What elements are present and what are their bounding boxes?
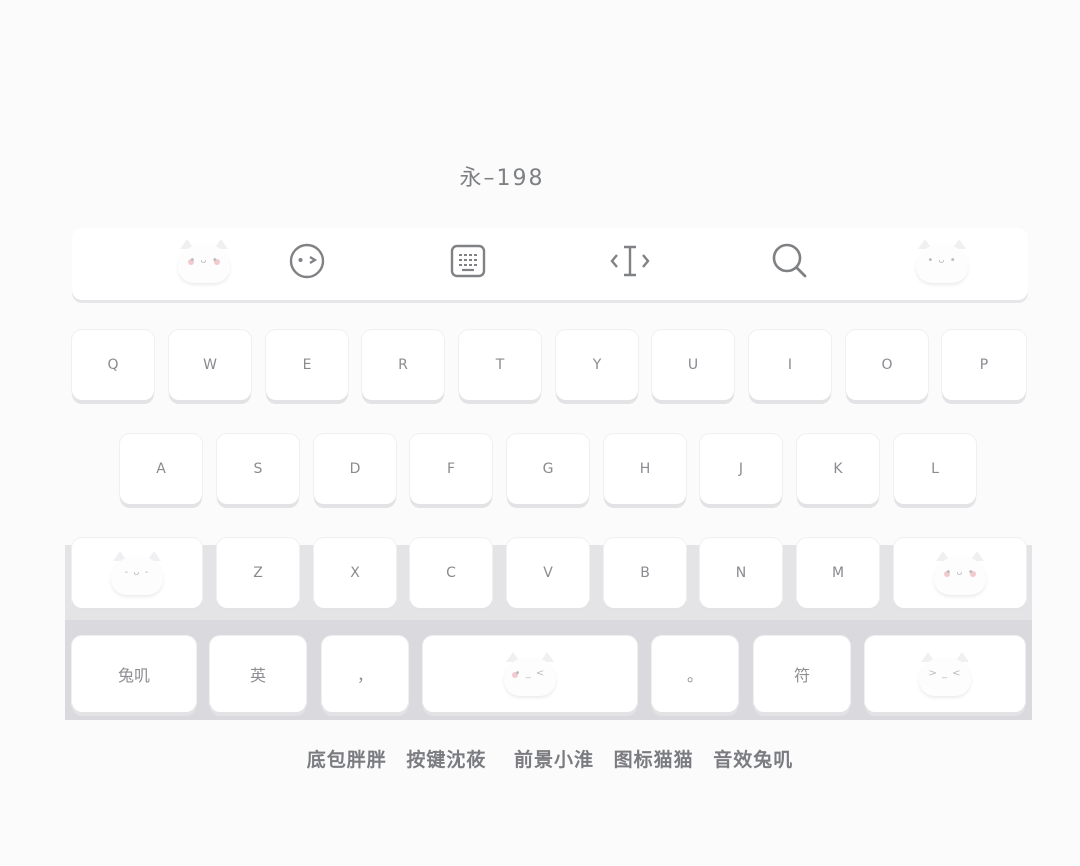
period-key-label: 。 <box>686 666 703 685</box>
cat-mascot-space-icon: • _ < <box>500 650 560 698</box>
key-h-label: H <box>639 461 651 477</box>
credit-icons: 图标猫猫 <box>613 749 694 771</box>
symbol-key[interactable]: 符 <box>754 636 850 712</box>
key-f[interactable]: F <box>410 434 492 504</box>
key-l-label: L <box>931 461 939 477</box>
key-o-label: O <box>881 357 893 373</box>
comma-key-label: ， <box>356 666 373 685</box>
key-p[interactable]: P <box>942 330 1026 400</box>
key-j-label: J <box>738 461 744 477</box>
key-m-label: M <box>831 565 845 581</box>
comma-key[interactable]: ， <box>322 636 408 712</box>
key-u-label: U <box>687 357 699 373</box>
keyboard-icon[interactable] <box>428 228 508 294</box>
key-q[interactable]: Q <box>72 330 154 400</box>
credit-sound: 音效兔叽 <box>713 749 794 771</box>
cat-mascot-backspace-icon: • ᴗ • <box>930 549 990 597</box>
key-h[interactable]: H <box>604 434 686 504</box>
key-w[interactable]: W <box>169 330 251 400</box>
key-r[interactable]: R <box>362 330 444 400</box>
cat-mascot-enter-icon: > _ < <box>915 650 975 698</box>
key-d[interactable]: D <box>314 434 396 504</box>
key-c-label: C <box>446 565 456 581</box>
cat-mascot-shift-icon: - ᴗ - <box>107 549 167 597</box>
cat-mascot-left-icon: • ᴗ • <box>164 228 244 294</box>
key-m[interactable]: M <box>797 538 879 608</box>
emoji-face-icon[interactable] <box>267 228 347 294</box>
text-cursor-icon[interactable] <box>590 228 670 294</box>
key-a[interactable]: A <box>120 434 202 504</box>
key-e-label: E <box>302 357 312 373</box>
key-x-label: X <box>350 565 360 581</box>
key-u[interactable]: U <box>652 330 734 400</box>
key-x[interactable]: X <box>314 538 396 608</box>
key-l[interactable]: L <box>894 434 976 504</box>
credit-foreground: 前景小淮 <box>513 749 594 771</box>
cat-mascot-right-icon: • ᴗ • <box>902 228 982 294</box>
key-g-label: G <box>542 461 554 477</box>
language-key[interactable]: 兔叽 <box>72 636 196 712</box>
language-key-label: 兔叽 <box>117 666 150 685</box>
key-t-label: T <box>495 357 505 373</box>
key-b-label: B <box>640 565 650 581</box>
symbol-key-label: 符 <box>793 666 810 685</box>
key-n[interactable]: N <box>700 538 782 608</box>
key-j[interactable]: J <box>700 434 782 504</box>
key-w-label: W <box>203 357 217 373</box>
english-switch-key[interactable]: 英 <box>210 636 306 712</box>
keyboard-toolbar: • ᴗ • • ᴗ • <box>72 228 1028 300</box>
english-switch-label: 英 <box>249 666 266 685</box>
credits-line: 底包胖胖 按键沈莜 前景小淮 图标猫猫 音效兔叽 <box>0 745 1080 772</box>
key-e[interactable]: E <box>266 330 348 400</box>
key-a-label: A <box>156 461 166 477</box>
credit-base: 底包胖胖 <box>306 749 387 771</box>
space-key[interactable]: • _ < <box>423 636 637 712</box>
key-o[interactable]: O <box>846 330 928 400</box>
credit-keys: 按键沈莜 <box>406 749 487 771</box>
key-c[interactable]: C <box>410 538 492 608</box>
key-i-label: I <box>787 357 793 373</box>
key-s[interactable]: S <box>217 434 299 504</box>
shift-key[interactable]: - ᴗ - <box>72 538 202 608</box>
key-i[interactable]: I <box>749 330 831 400</box>
key-v-label: V <box>543 565 553 581</box>
period-key[interactable]: 。 <box>652 636 738 712</box>
key-q-label: Q <box>107 357 119 373</box>
key-g[interactable]: G <box>507 434 589 504</box>
key-s-label: S <box>253 461 263 477</box>
key-v[interactable]: V <box>507 538 589 608</box>
key-t[interactable]: T <box>459 330 541 400</box>
key-b[interactable]: B <box>604 538 686 608</box>
key-d-label: D <box>349 461 361 477</box>
key-f-label: F <box>446 461 456 477</box>
key-z[interactable]: Z <box>217 538 299 608</box>
key-y-label: Y <box>592 357 602 373</box>
key-n-label: N <box>735 565 747 581</box>
key-y[interactable]: Y <box>556 330 638 400</box>
key-k-label: K <box>833 461 843 477</box>
key-k[interactable]: K <box>797 434 879 504</box>
key-z-label: Z <box>253 565 263 581</box>
enter-key[interactable]: > _ < <box>865 636 1025 712</box>
key-r-label: R <box>398 357 408 373</box>
backspace-key[interactable]: • ᴗ • <box>894 538 1026 608</box>
keyboard-theme-title: 永–198 <box>459 166 545 191</box>
key-p-label: P <box>979 357 989 373</box>
search-icon[interactable] <box>750 228 830 294</box>
